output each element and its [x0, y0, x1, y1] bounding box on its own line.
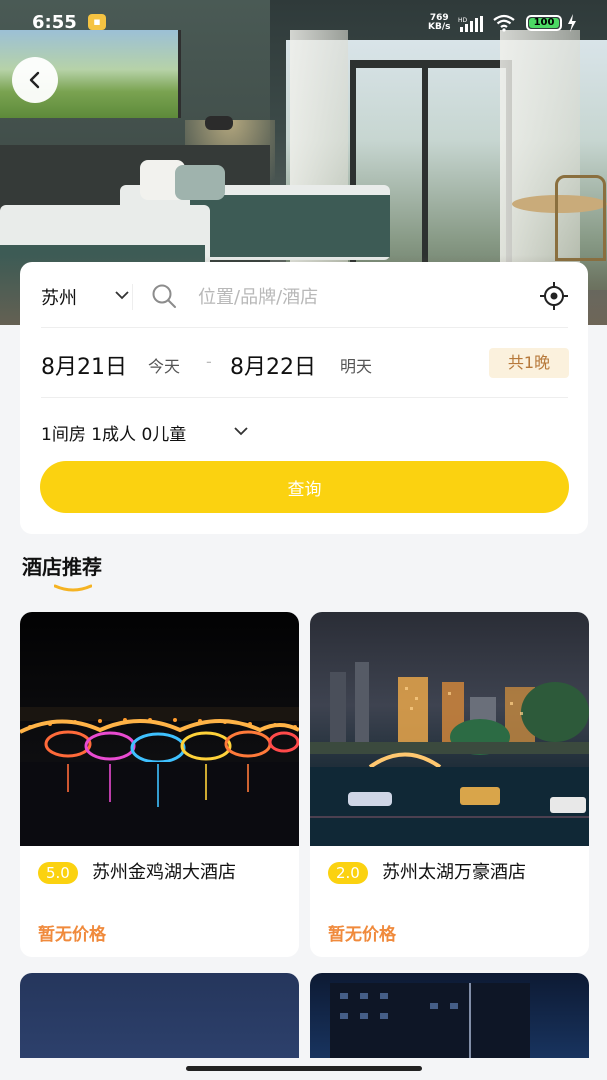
city-selector[interactable]: 苏州: [41, 284, 77, 310]
divider: [132, 284, 133, 310]
query-button[interactable]: 查询: [40, 461, 569, 513]
section-title: 酒店推荐: [22, 555, 102, 579]
hotel-image: [310, 612, 589, 846]
net-speed: 769 KB/s: [428, 13, 451, 32]
search-input[interactable]: [196, 280, 530, 314]
guest-summary[interactable]: 1间房 1成人 0儿童: [41, 420, 186, 445]
checkout-tag: 明天: [340, 357, 373, 376]
back-button[interactable]: [12, 57, 58, 103]
nights-badge: 共1晚: [489, 348, 569, 378]
hotel-name: 苏州金鸡湖大酒店: [92, 862, 236, 883]
chevron-down-icon[interactable]: [234, 426, 248, 436]
hotel-price: 暂无价格: [38, 925, 106, 945]
hotel-image: [20, 612, 299, 846]
chevron-down-icon[interactable]: [115, 290, 129, 300]
svg-text:HD: HD: [458, 17, 468, 24]
notification-icon: ▪: [88, 14, 106, 30]
chevron-left-icon: [29, 71, 40, 89]
checkin-tag: 今天: [148, 357, 181, 376]
wifi-icon: [493, 14, 515, 32]
battery-icon: 100: [526, 15, 562, 31]
date-separator: -: [206, 352, 212, 371]
checkin-date[interactable]: 8月21日: [41, 349, 127, 381]
hotel-name: 苏州太湖万豪酒店: [382, 862, 526, 883]
search-card: 苏州 8月21日 今天 - 8月22日 明天 共1晚 1间房 1成人 0儿童 查…: [20, 262, 588, 534]
charging-icon: [568, 14, 576, 32]
locate-icon[interactable]: [539, 281, 569, 311]
hotel-card[interactable]: 5.0 苏州金鸡湖大酒店 暂无价格: [20, 612, 299, 957]
checkout-date[interactable]: 8月22日: [230, 349, 316, 381]
home-indicator[interactable]: [186, 1066, 422, 1071]
title-underline: [54, 584, 92, 592]
signal-icon: HD: [458, 16, 483, 32]
search-icon: [152, 284, 176, 308]
status-time: 6:55: [32, 12, 77, 33]
guest-selector[interactable]: 1间房 1成人 0儿童: [20, 398, 588, 462]
hotel-price: 暂无价格: [328, 925, 396, 945]
hotel-card[interactable]: 2.0 苏州太湖万豪酒店 暂无价格: [310, 612, 589, 957]
status-bar: 6:55 ▪ 769 KB/s HD 100: [0, 0, 607, 46]
search-row: 苏州: [20, 262, 588, 328]
date-selector[interactable]: 8月21日 今天 - 8月22日 明天 共1晚: [20, 328, 588, 398]
